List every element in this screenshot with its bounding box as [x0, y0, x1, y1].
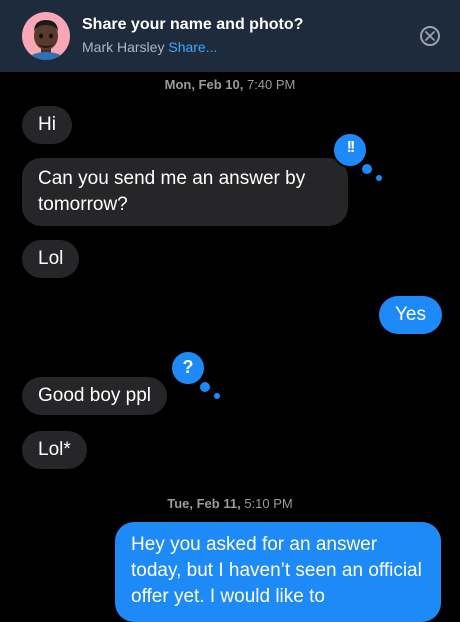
message-bubble[interactable]: Hey you asked for an answer today, but I…: [115, 522, 441, 622]
banner-title: Share your name and photo?: [82, 16, 304, 33]
message-bubble[interactable]: Can you send me an answer by tomorrow?: [22, 158, 348, 226]
message-bubble[interactable]: Lol*: [22, 431, 87, 469]
message-bubble[interactable]: Yes: [379, 296, 442, 334]
avatar: [22, 12, 70, 60]
contact-name: Mark Harsley: [82, 39, 165, 55]
message-bubble[interactable]: Hi: [22, 106, 72, 144]
tapback-question-icon[interactable]: ?: [170, 350, 220, 399]
message-bubble[interactable]: Good boy ppl: [22, 377, 168, 415]
share-link[interactable]: Share...: [168, 39, 217, 55]
memoji-icon: [30, 20, 62, 60]
message-bubble[interactable]: Lol: [22, 240, 80, 278]
share-name-photo-banner[interactable]: Share your name and photo? Mark Harsley …: [0, 0, 460, 72]
tapback-emphasis-icon[interactable]: !!: [332, 132, 382, 181]
close-icon[interactable]: [420, 26, 440, 46]
timestamp: Mon, Feb 10, 7:40 PM: [164, 77, 296, 92]
timestamp: Tue, Feb 11, 5:10 PM: [167, 496, 293, 511]
banner-subtitle: Mark Harsley Share...: [82, 39, 217, 55]
